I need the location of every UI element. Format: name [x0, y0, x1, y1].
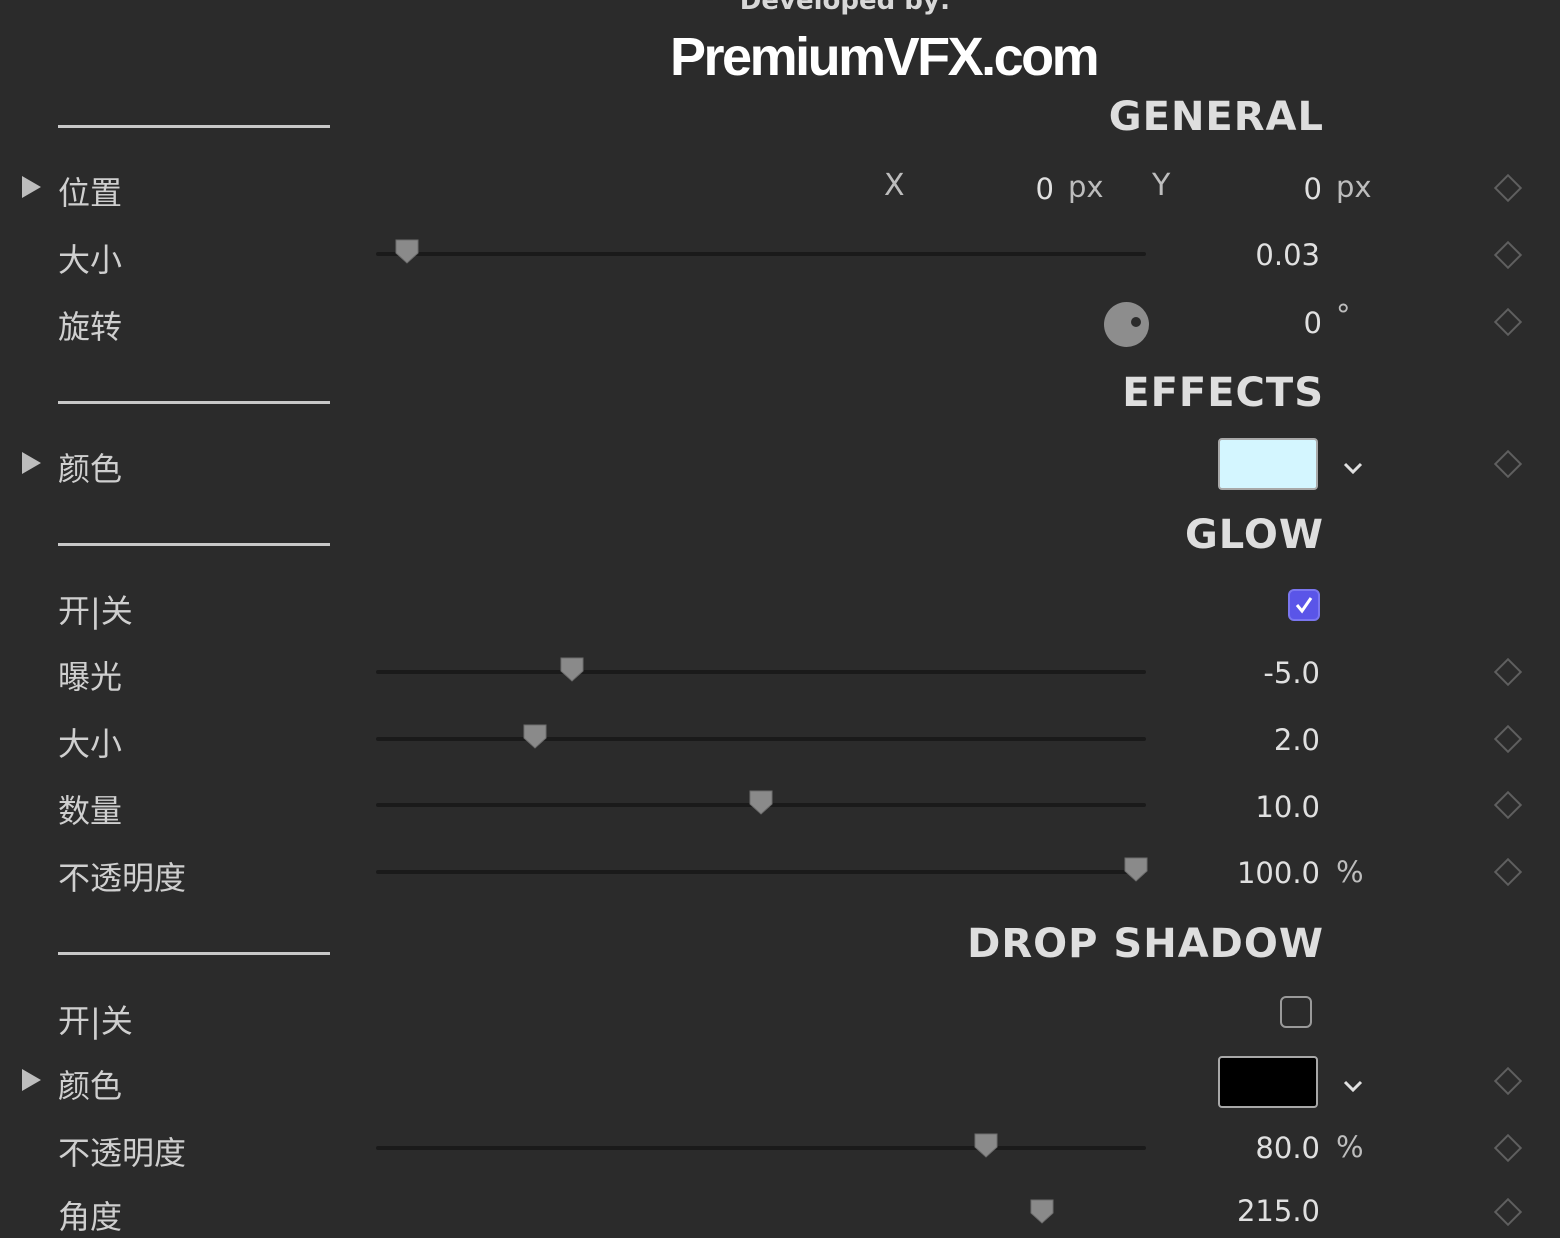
shadow-color-disclosure-triangle[interactable]: [22, 1069, 41, 1091]
section-divider: [58, 401, 330, 404]
rotation-dial[interactable]: [1104, 302, 1149, 347]
glow-exposure-value[interactable]: -5.0: [1180, 656, 1320, 690]
glow-size-keyframe-button[interactable]: [1493, 724, 1523, 754]
glow-opacity-slider-track[interactable]: [376, 870, 1146, 874]
section-title-drop-shadow: DROP SHADOW: [967, 921, 1324, 967]
position-keyframe-button[interactable]: [1493, 173, 1523, 203]
position-y-value[interactable]: 0: [1258, 172, 1322, 206]
shadow-angle-label: 角度: [58, 1198, 123, 1236]
effects-color-disclosure-triangle[interactable]: [22, 452, 41, 474]
position-y-label: Y: [1152, 168, 1171, 203]
section-title-glow: GLOW: [1184, 512, 1324, 558]
position-x-label: X: [884, 168, 905, 203]
chevron-down-icon[interactable]: [1342, 460, 1364, 476]
checkmark-icon: [1295, 597, 1313, 614]
glow-size-slider-thumb[interactable]: [522, 723, 548, 749]
developed-by-text: Developed by:: [739, 0, 951, 16]
rotation-value[interactable]: 0: [1258, 306, 1322, 340]
glow-toggle-label: 开|关: [58, 592, 133, 630]
premiumvfx-logo: PremiumVFX.com: [670, 27, 1100, 87]
position-label: 位置: [58, 174, 123, 212]
size-slider-thumb[interactable]: [394, 238, 420, 264]
shadow-color-label: 颜色: [58, 1067, 123, 1105]
shadow-opacity-value[interactable]: 80.0: [1180, 1131, 1320, 1165]
chevron-down-icon[interactable]: [1342, 1078, 1364, 1094]
shadow-angle-value[interactable]: 215.0: [1180, 1194, 1320, 1228]
glow-opacity-label: 不透明度: [58, 859, 187, 897]
shadow-color-keyframe-button[interactable]: [1493, 1066, 1523, 1096]
shadow-opacity-keyframe-button[interactable]: [1493, 1133, 1523, 1163]
glow-size-label: 大小: [58, 725, 123, 763]
size-value[interactable]: 0.03: [1180, 238, 1320, 272]
position-x-value[interactable]: 0: [990, 172, 1054, 206]
shadow-toggle-label: 开|关: [58, 1002, 133, 1040]
glow-opacity-value[interactable]: 100.0: [1180, 856, 1320, 890]
rotation-label: 旋转: [58, 308, 123, 346]
shadow-opacity-label: 不透明度: [58, 1134, 187, 1172]
effects-color-swatch[interactable]: [1218, 438, 1318, 490]
position-y-unit: px: [1336, 170, 1372, 204]
rotation-keyframe-button[interactable]: [1493, 307, 1523, 337]
glow-opacity-keyframe-button[interactable]: [1493, 857, 1523, 887]
glow-amount-slider-thumb[interactable]: [748, 789, 774, 815]
size-slider-track[interactable]: [376, 252, 1146, 256]
effects-color-label: 颜色: [58, 450, 123, 488]
position-x-unit: px: [1068, 170, 1104, 204]
shadow-angle-slider-thumb[interactable]: [1029, 1198, 1055, 1224]
section-title-effects: EFFECTS: [1122, 370, 1324, 416]
glow-opacity-slider-thumb[interactable]: [1123, 856, 1149, 882]
section-title-general: GENERAL: [1108, 94, 1324, 140]
glow-exposure-label: 曝光: [58, 658, 123, 696]
glow-exposure-keyframe-button[interactable]: [1493, 657, 1523, 687]
glow-amount-label: 数量: [58, 792, 123, 830]
rotation-dial-indicator: [1131, 317, 1141, 327]
rotation-unit: °: [1336, 298, 1351, 332]
glow-amount-keyframe-button[interactable]: [1493, 790, 1523, 820]
size-label: 大小: [58, 241, 123, 279]
shadow-opacity-unit: %: [1336, 1130, 1364, 1164]
section-divider: [58, 125, 330, 128]
glow-exposure-slider-track[interactable]: [376, 670, 1146, 674]
shadow-opacity-slider-thumb[interactable]: [973, 1132, 999, 1158]
shadow-angle-keyframe-button[interactable]: [1493, 1197, 1523, 1227]
shadow-opacity-slider-track[interactable]: [376, 1146, 1146, 1150]
glow-opacity-unit: %: [1336, 855, 1364, 889]
glow-toggle-checkbox[interactable]: [1288, 589, 1320, 621]
glow-size-value[interactable]: 2.0: [1180, 723, 1320, 757]
glow-size-slider-track[interactable]: [376, 737, 1146, 741]
position-disclosure-triangle[interactable]: [22, 176, 41, 198]
section-divider: [58, 952, 330, 955]
shadow-toggle-checkbox[interactable]: [1280, 996, 1312, 1028]
effects-color-keyframe-button[interactable]: [1493, 449, 1523, 479]
glow-exposure-slider-thumb[interactable]: [559, 656, 585, 682]
section-divider: [58, 543, 330, 546]
size-keyframe-button[interactable]: [1493, 240, 1523, 270]
glow-amount-value[interactable]: 10.0: [1180, 790, 1320, 824]
shadow-color-swatch[interactable]: [1218, 1056, 1318, 1108]
